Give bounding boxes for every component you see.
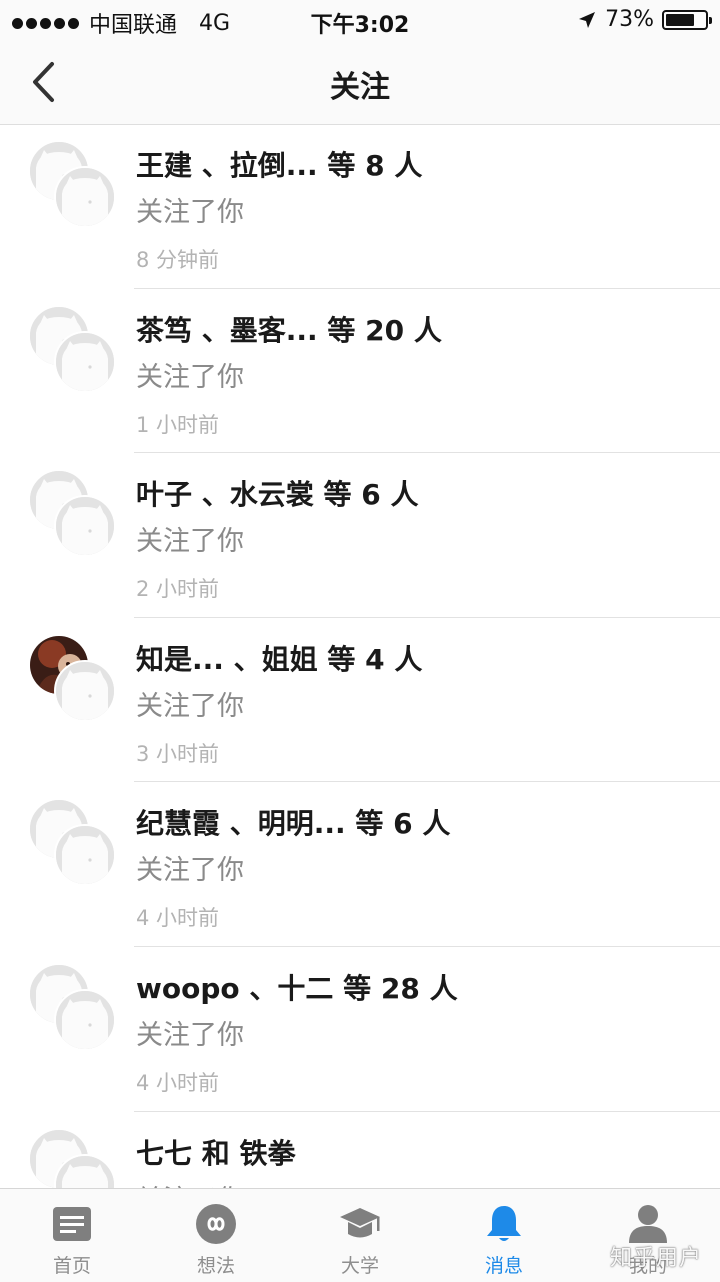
avatar	[54, 331, 116, 393]
avatar	[54, 660, 116, 722]
tab-messages[interactable]: 消息	[432, 1189, 576, 1282]
notification-text: 关注了你	[136, 519, 244, 558]
watermark: 知乎用户	[610, 1240, 702, 1272]
ideas-icon	[194, 1203, 238, 1245]
timestamp: 4 小时前	[136, 902, 219, 932]
avatar	[54, 495, 116, 557]
graduation-cap-icon	[338, 1203, 382, 1245]
tab-university[interactable]: 大学	[288, 1189, 432, 1282]
notification-text: 关注了你	[136, 1013, 244, 1052]
list-item[interactable]: woopo 、十二 等 28 人 关注了你 4 小时前	[0, 947, 720, 1112]
battery-percent: 73%	[605, 7, 654, 32]
bell-icon	[482, 1203, 526, 1245]
status-bar: 中国联通 4G 下午3:02 73%	[0, 0, 720, 40]
follower-names: 纪慧霞 、明明... 等 6 人	[136, 802, 450, 842]
battery-icon	[662, 10, 708, 30]
home-feed-icon	[50, 1203, 94, 1245]
location-arrow-icon	[577, 10, 597, 30]
notification-list[interactable]: 王建 、拉倒... 等 8 人 关注了你 8 分钟前 茶笃 、墨客... 等 2…	[0, 124, 720, 1188]
follower-names: 七七 和 铁拳	[136, 1132, 296, 1172]
list-item[interactable]: 纪慧霞 、明明... 等 6 人 关注了你 4 小时前	[0, 782, 720, 947]
tab-label: 大学	[288, 1251, 432, 1278]
list-item[interactable]: 叶子 、水云裳 等 6 人 关注了你 2 小时前	[0, 453, 720, 618]
avatar-group[interactable]	[28, 963, 118, 1053]
notification-text: 关注了你	[136, 355, 244, 394]
follower-names: 王建 、拉倒... 等 8 人	[136, 144, 422, 184]
user-icon	[626, 1203, 670, 1245]
tab-label: 首页	[0, 1251, 144, 1278]
follower-names: 知是... 、姐姐 等 4 人	[136, 638, 422, 678]
timestamp: 8 分钟前	[136, 244, 219, 274]
avatar-group[interactable]	[28, 469, 118, 559]
list-item[interactable]: 王建 、拉倒... 等 8 人 关注了你 8 分钟前	[0, 124, 720, 289]
tab-label: 消息	[432, 1251, 576, 1278]
tab-home[interactable]: 首页	[0, 1189, 144, 1282]
status-right: 73%	[577, 7, 708, 32]
avatar	[54, 166, 116, 228]
avatar	[54, 824, 116, 886]
notification-text: 关注了你	[136, 684, 244, 723]
nav-bar: 关注	[0, 40, 720, 125]
notification-text: 关注了你	[136, 190, 244, 229]
avatar-group[interactable]	[28, 140, 118, 230]
timestamp: 2 小时前	[136, 573, 219, 603]
list-item[interactable]: 知是... 、姐姐 等 4 人 关注了你 3 小时前	[0, 618, 720, 783]
avatar-group[interactable]	[28, 1128, 118, 1188]
list-item[interactable]: 茶笃 、墨客... 等 20 人 关注了你 1 小时前	[0, 289, 720, 454]
avatar	[54, 989, 116, 1051]
follower-names: 叶子 、水云裳 等 6 人	[136, 473, 418, 513]
timestamp: 3 小时前	[136, 738, 219, 768]
timestamp: 1 小时前	[136, 409, 219, 439]
avatar-group[interactable]	[28, 634, 118, 724]
tab-label: 想法	[144, 1251, 288, 1278]
list-item[interactable]: 七七 和 铁拳 关注了你	[0, 1112, 720, 1188]
follower-names: woopo 、十二 等 28 人	[136, 967, 458, 1007]
notification-text: 关注了你	[136, 1178, 244, 1188]
tab-ideas[interactable]: 想法	[144, 1189, 288, 1282]
notification-text: 关注了你	[136, 848, 244, 887]
timestamp: 4 小时前	[136, 1067, 219, 1097]
avatar-group[interactable]	[28, 798, 118, 888]
avatar-group[interactable]	[28, 305, 118, 395]
battery-fill	[666, 14, 694, 26]
follower-names: 茶笃 、墨客... 等 20 人	[136, 309, 442, 349]
page-title: 关注	[0, 62, 720, 106]
